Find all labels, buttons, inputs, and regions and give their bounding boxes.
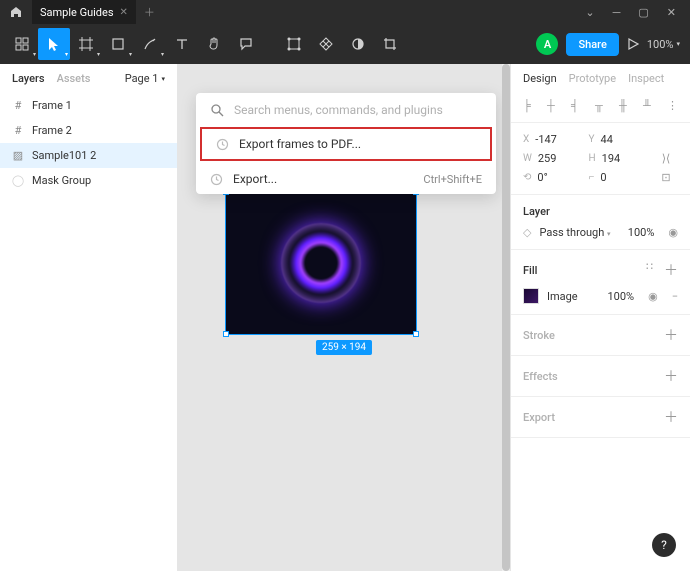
align-bottom-icon[interactable]: ╨ <box>643 99 651 112</box>
mask-tool[interactable] <box>342 28 374 60</box>
shape-tool[interactable]: ▾ <box>102 28 134 60</box>
frame-tool[interactable]: ▾ <box>70 28 102 60</box>
align-right-icon[interactable]: ╡ <box>571 99 579 112</box>
fill-visibility-icon[interactable]: ◉ <box>648 290 658 303</box>
recent-icon <box>216 138 229 151</box>
avatar[interactable]: A <box>536 33 558 55</box>
height-input[interactable]: H194 <box>589 152 647 165</box>
visibility-icon[interactable]: ◉ <box>668 226 678 239</box>
layer-item[interactable]: # Frame 1 <box>0 93 177 118</box>
help-button[interactable]: ? <box>652 533 676 557</box>
add-fill-button[interactable]: ＋ <box>664 260 678 280</box>
distribute-icon[interactable]: ⋮ <box>667 99 678 112</box>
align-hcenter-icon[interactable]: ┼ <box>547 99 555 112</box>
constrain-proportions-icon[interactable]: ⟩⟨ <box>654 152 678 165</box>
mask-icon: ◯ <box>12 174 24 187</box>
command-item[interactable]: Export frames to PDF... <box>200 127 492 161</box>
align-vcenter-icon[interactable]: ╫ <box>619 99 627 112</box>
remove-fill-icon[interactable]: − <box>672 290 678 303</box>
width-input[interactable]: W259 <box>523 152 581 165</box>
export-section-title: Export <box>523 411 555 424</box>
fill-swatch[interactable] <box>523 288 539 304</box>
fill-styles-icon[interactable]: ∷ <box>646 260 654 280</box>
design-tab[interactable]: Design <box>523 72 557 85</box>
layer-item[interactable]: # Frame 2 <box>0 118 177 143</box>
fill-opacity-input[interactable]: 100% <box>607 290 634 303</box>
close-tab-icon[interactable]: ✕ <box>120 7 128 18</box>
shortcut-label: Ctrl+Shift+E <box>423 173 482 186</box>
recent-icon <box>210 173 223 186</box>
assets-tab[interactable]: Assets <box>57 72 91 85</box>
new-tab-button[interactable]: ＋ <box>144 4 155 20</box>
chevron-down-icon[interactable]: ⌄ <box>585 6 594 19</box>
command-palette: Export frames to PDF... Export... Ctrl+S… <box>196 93 496 194</box>
layer-opacity-input[interactable]: 100% <box>628 226 655 239</box>
stroke-section-title: Stroke <box>523 329 555 342</box>
rotation-input[interactable]: ⟲0° <box>523 171 581 184</box>
canvas-scrollbar[interactable] <box>502 64 510 571</box>
independent-corners-icon[interactable]: ⊡ <box>654 171 678 184</box>
layer-item[interactable]: ▨ Sample101 2 <box>0 143 177 168</box>
file-tab-label: Sample Guides <box>40 6 114 19</box>
pen-tool[interactable]: ▾ <box>134 28 166 60</box>
resize-handle[interactable] <box>223 331 229 337</box>
file-tab[interactable]: Sample Guides ✕ <box>32 0 136 24</box>
move-tool[interactable]: ▾ <box>38 28 70 60</box>
add-export-button[interactable]: ＋ <box>664 407 678 427</box>
edit-object-tool[interactable] <box>278 28 310 60</box>
dimensions-badge: 259 × 194 <box>316 340 372 355</box>
layer-section-title: Layer <box>523 205 678 218</box>
image-icon: ▨ <box>12 149 24 162</box>
add-stroke-button[interactable]: ＋ <box>664 325 678 345</box>
radius-input[interactable]: ⌐0 <box>589 171 647 184</box>
selected-frame[interactable] <box>225 191 417 335</box>
crop-tool[interactable] <box>374 28 406 60</box>
fill-type-label[interactable]: Image <box>547 290 578 303</box>
text-tool[interactable] <box>166 28 198 60</box>
add-effect-button[interactable]: ＋ <box>664 366 678 386</box>
present-button[interactable] <box>627 38 639 50</box>
frame-icon: # <box>12 99 24 112</box>
frame-icon: # <box>12 124 24 137</box>
zoom-dropdown[interactable]: 100%▾ <box>647 38 680 51</box>
fill-section-title: Fill <box>523 264 537 277</box>
inspect-tab[interactable]: Inspect <box>628 72 664 85</box>
page-dropdown[interactable]: Page 1▾ <box>125 72 165 85</box>
component-tool[interactable] <box>310 28 342 60</box>
maximize-icon[interactable]: ▢ <box>638 6 648 19</box>
blend-mode-dropdown[interactable]: Pass through ▾ <box>539 226 610 239</box>
x-input[interactable]: X-147 <box>523 133 581 146</box>
close-window-icon[interactable]: ✕ <box>667 6 676 19</box>
prototype-tab[interactable]: Prototype <box>569 72 616 85</box>
y-input[interactable]: Y44 <box>589 133 647 146</box>
command-item[interactable]: Export... Ctrl+Shift+E <box>196 164 496 194</box>
layers-tab[interactable]: Layers <box>12 72 45 85</box>
hand-tool[interactable] <box>198 28 230 60</box>
layer-item[interactable]: ◯ Mask Group <box>0 168 177 193</box>
minimize-icon[interactable]: ─ <box>613 6 621 19</box>
main-menu-button[interactable]: ▾ <box>6 28 38 60</box>
comment-tool[interactable] <box>230 28 262 60</box>
search-icon <box>210 103 224 117</box>
blend-mode-icon: ◇ <box>523 226 531 239</box>
effects-section-title: Effects <box>523 370 558 383</box>
align-left-icon[interactable]: ╞ <box>523 99 531 112</box>
artwork-image <box>281 223 361 303</box>
align-top-icon[interactable]: ╥ <box>595 99 603 112</box>
share-button[interactable]: Share <box>566 33 618 56</box>
command-search-input[interactable] <box>234 103 482 117</box>
home-icon[interactable] <box>0 6 32 18</box>
resize-handle[interactable] <box>413 331 419 337</box>
